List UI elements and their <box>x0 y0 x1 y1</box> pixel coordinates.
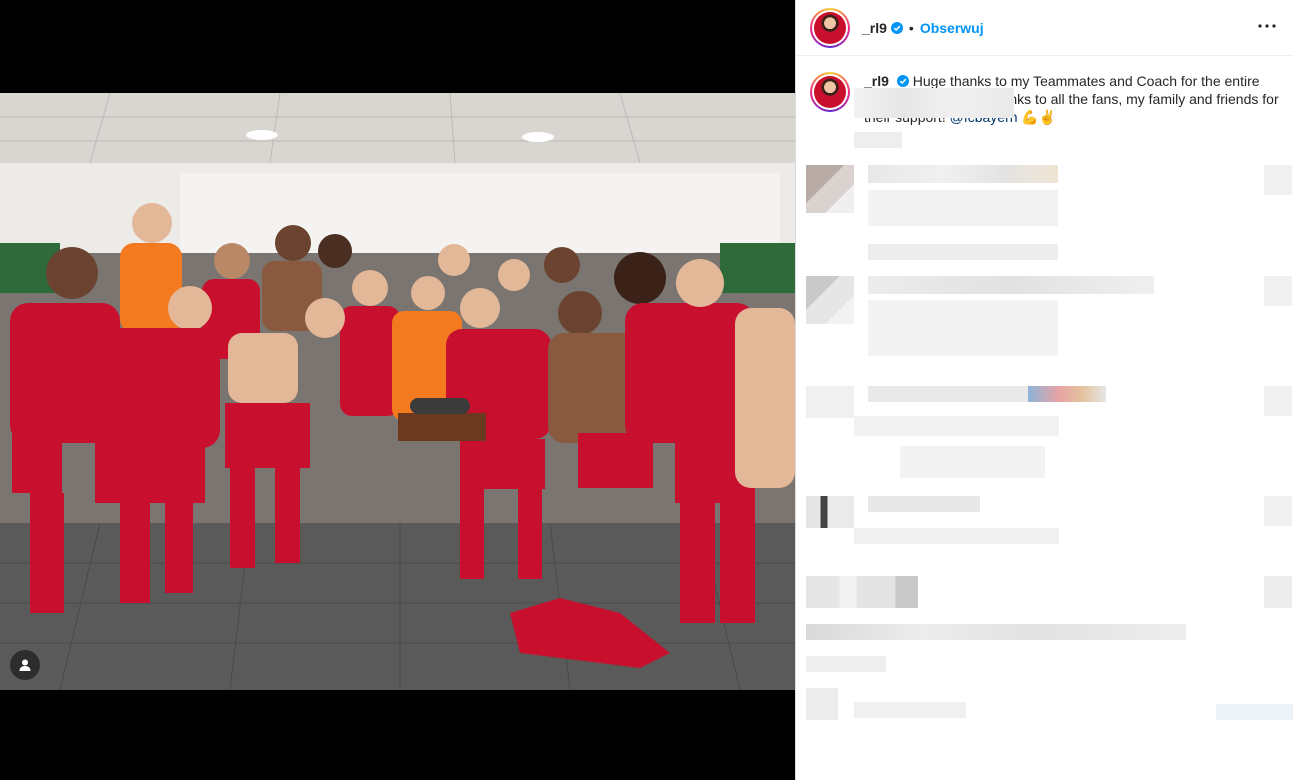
post-photo[interactable] <box>0 93 795 690</box>
user-tag-icon <box>19 659 31 671</box>
post-header: _rl9 • Obserwuj <box>796 0 1293 56</box>
caption-author-avatar[interactable] <box>810 72 850 112</box>
separator-dot: • <box>908 19 914 36</box>
caption-emoji: 💪✌ <box>1021 109 1057 125</box>
follow-button[interactable]: Obserwuj <box>920 20 984 36</box>
post-side-panel: _rl9 • Obserwuj _rl9 Huge thanks to my T… <box>795 0 1293 780</box>
user-tag-button[interactable] <box>10 650 40 680</box>
author-username[interactable]: _rl9 <box>862 20 887 36</box>
author-avatar[interactable] <box>810 7 850 48</box>
post-media-area <box>0 0 795 780</box>
verified-badge-icon <box>896 75 909 87</box>
more-options-icon <box>1258 24 1276 28</box>
caption-username[interactable]: _rl9 <box>864 73 889 89</box>
verified-badge-icon <box>890 21 903 34</box>
more-options-button[interactable] <box>1255 14 1279 38</box>
team-photo-illustration <box>0 93 795 690</box>
instagram-post-view: _rl9 • Obserwuj _rl9 Huge thanks to my T… <box>0 0 1293 780</box>
